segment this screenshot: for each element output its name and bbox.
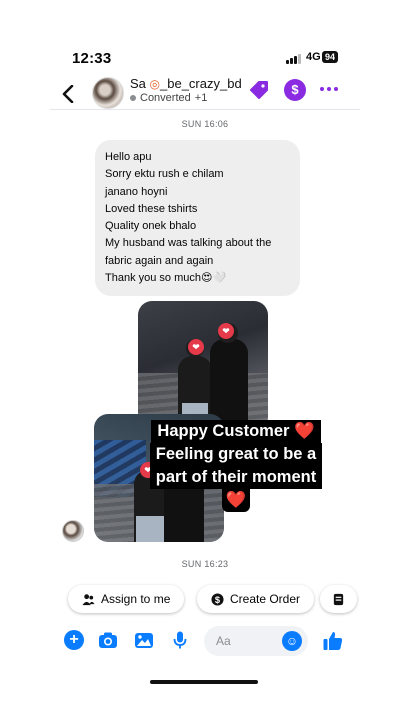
message-line: Hello apu	[105, 151, 152, 163]
timestamp: SUN 16:06	[181, 119, 229, 129]
svg-text:$: $	[215, 594, 221, 604]
header-divider	[50, 109, 360, 110]
create-order-label: Create Order	[230, 592, 301, 606]
message-line: My husband was talking about the	[105, 237, 272, 250]
message-line: Quality onek bhalo	[105, 220, 197, 233]
network-label: 4G	[306, 51, 321, 63]
battery-icon: 94	[322, 51, 339, 63]
contact-avatar[interactable]	[92, 77, 124, 109]
dollar-icon[interactable]: $	[284, 79, 306, 101]
camera-icon[interactable]	[98, 630, 118, 650]
create-order-button[interactable]: $ Create Order	[197, 585, 315, 613]
message-line: Sorry ektu rush e chilam	[105, 168, 224, 181]
caption-line: part of their moment	[149, 466, 323, 489]
heart-sticker-icon: ❤	[188, 339, 204, 355]
home-indicator	[150, 680, 258, 684]
assign-label: Assign to me	[101, 592, 171, 606]
heart-sticker-icon: ❤	[218, 323, 234, 339]
plus-icon[interactable]: +	[64, 630, 84, 650]
message-input-placeholder: Aa	[216, 634, 231, 648]
message-line: Thank you so much😍🤍	[105, 272, 227, 285]
customer-photo[interactable]: ❤ ❤	[138, 301, 268, 431]
dollar-circle-icon: $	[211, 592, 224, 606]
contact-name-prefix: Sa	[130, 76, 146, 91]
thumbs-up-icon[interactable]	[322, 630, 343, 650]
contact-name[interactable]: Sa ◎_be_crazy_bd	[130, 76, 242, 91]
message-composer: + Aa ☺	[50, 624, 360, 658]
sender-avatar	[62, 520, 84, 542]
message-line: janano hoyni	[105, 185, 168, 198]
status-bar: 12:33 4G 94	[50, 38, 360, 78]
back-icon[interactable]	[58, 80, 78, 108]
more-icon[interactable]	[320, 87, 340, 93]
chat-header: Sa ◎_be_crazy_bd Converted +1 $	[50, 76, 360, 112]
caption-line: Feeling great to be a	[149, 443, 323, 466]
status-extra: +1	[194, 92, 208, 104]
status-time: 12:33	[72, 50, 112, 67]
message-line: Loved these tshirts	[105, 202, 198, 215]
contact-status: Converted +1	[130, 92, 207, 104]
assign-to-me-button[interactable]: Assign to me	[68, 585, 185, 613]
instagram-icon: ◎	[149, 77, 161, 91]
signal-icon	[286, 54, 304, 64]
microphone-icon[interactable]	[170, 630, 190, 650]
message-input[interactable]: Aa ☺	[204, 626, 308, 656]
person-figure	[136, 516, 164, 542]
timestamp: SUN 16:23	[181, 559, 229, 569]
emoji-icon[interactable]: ☺	[282, 631, 302, 651]
gallery-icon[interactable]	[134, 630, 154, 650]
status-dot-icon	[130, 95, 136, 101]
status-label: Converted	[140, 92, 191, 104]
more-actions-button[interactable]	[320, 585, 357, 613]
people-icon	[82, 593, 95, 605]
story-caption-overlay: Happy Customer ❤️ Feeling great to be a …	[136, 420, 336, 512]
message-bubble[interactable]: Hello apu Sorry ektu rush e chilam janan…	[95, 140, 300, 297]
message-line: fabric again and again	[105, 254, 214, 267]
note-icon	[333, 593, 344, 605]
tag-icon[interactable]	[248, 79, 270, 101]
caption-line: Happy Customer ❤️	[151, 420, 321, 443]
chat-screen: 12:33 4G 94 Sa ◎_be_crazy_bd Converted +…	[50, 38, 360, 693]
caption-line: ❤️	[221, 489, 251, 512]
contact-handle: _be_crazy_bd	[160, 76, 242, 91]
